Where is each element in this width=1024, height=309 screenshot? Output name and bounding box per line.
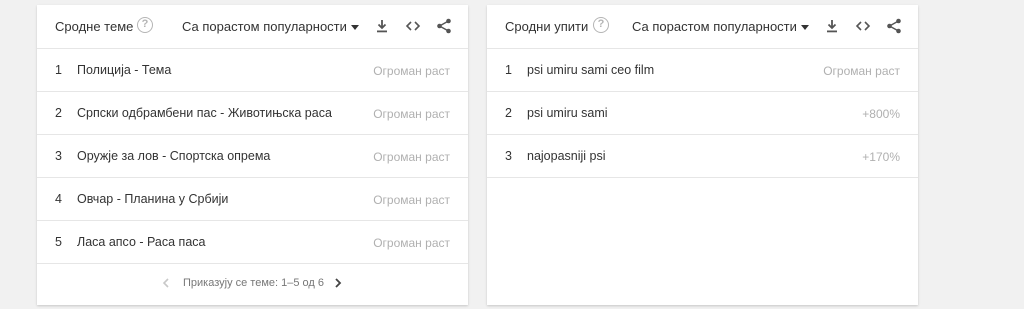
row-value: Огроман раст bbox=[373, 64, 450, 78]
chevron-right-icon[interactable] bbox=[331, 275, 345, 291]
related-topics-title: Сродне теме bbox=[55, 19, 134, 34]
share-icon[interactable] bbox=[885, 17, 903, 35]
list-item[interactable]: 2 psi umiru sami +800% bbox=[487, 92, 918, 135]
list-item[interactable]: 3 najopasniji psi +170% bbox=[487, 135, 918, 178]
chevron-left-icon[interactable] bbox=[159, 275, 173, 291]
code-embed-icon[interactable] bbox=[404, 17, 422, 35]
related-queries-title: Сродни упити bbox=[505, 19, 589, 34]
row-label[interactable]: Ласа апсо - Раса паса bbox=[77, 235, 205, 249]
list-item[interactable]: 5 Ласа апсо - Раса паса Огроман раст bbox=[37, 221, 468, 264]
row-rank: 3 bbox=[505, 149, 512, 163]
row-label[interactable]: Овчар - Планина у Србији bbox=[77, 192, 228, 206]
row-value: Огроман раст bbox=[373, 193, 450, 207]
help-icon[interactable]: ? bbox=[137, 17, 153, 33]
row-rank: 5 bbox=[55, 235, 62, 249]
related-queries-card: Сродни упити ? Са порастом популарности … bbox=[487, 5, 918, 305]
list-item[interactable]: 1 psi umiru sami ceo film Огроман раст bbox=[487, 49, 918, 92]
help-icon[interactable]: ? bbox=[593, 17, 609, 33]
row-label[interactable]: Оружје за лов - Спортска опрема bbox=[77, 149, 270, 163]
row-label[interactable]: psi umiru sami ceo film bbox=[527, 63, 654, 77]
related-topics-card: Сродне теме ? Са порастом популарности 1… bbox=[37, 5, 468, 305]
row-rank: 1 bbox=[55, 63, 62, 77]
download-icon[interactable] bbox=[373, 17, 391, 35]
row-label[interactable]: Полиција - Тема bbox=[77, 63, 171, 77]
dropdown-caret-icon[interactable] bbox=[351, 25, 359, 30]
list-item[interactable]: 4 Овчар - Планина у Србији Огроман раст bbox=[37, 178, 468, 221]
row-rank: 1 bbox=[505, 63, 512, 77]
download-icon[interactable] bbox=[823, 17, 841, 35]
row-value: Огроман раст bbox=[373, 107, 450, 121]
row-label[interactable]: Српски одбрамбени пас - Животињска раса bbox=[77, 106, 332, 120]
related-topics-header: Сродне теме ? Са порастом популарности bbox=[37, 5, 468, 49]
row-value: Огроман раст bbox=[373, 150, 450, 164]
row-value: +170% bbox=[862, 150, 900, 164]
share-icon[interactable] bbox=[435, 17, 453, 35]
code-embed-icon[interactable] bbox=[854, 17, 872, 35]
related-queries-list: 1 psi umiru sami ceo film Огроман раст 2… bbox=[487, 49, 918, 178]
list-item[interactable]: 1 Полиција - Тема Огроман раст bbox=[37, 49, 468, 92]
row-rank: 4 bbox=[55, 192, 62, 206]
row-rank: 2 bbox=[505, 106, 512, 120]
related-queries-header: Сродни упити ? Са порастом популарности bbox=[487, 5, 918, 49]
pagination-text: Приказују се теме: 1–5 од 6 bbox=[183, 277, 325, 289]
row-rank: 3 bbox=[55, 149, 62, 163]
row-value: +800% bbox=[862, 107, 900, 121]
sort-dropdown[interactable]: Са порастом популарности bbox=[632, 19, 797, 34]
related-topics-list: 1 Полиција - Тема Огроман раст 2 Српски … bbox=[37, 49, 468, 264]
row-label[interactable]: psi umiru sami bbox=[527, 106, 608, 120]
list-item[interactable]: 3 Оружје за лов - Спортска опрема Огрома… bbox=[37, 135, 468, 178]
pagination: Приказују се теме: 1–5 од 6 bbox=[37, 275, 468, 293]
sort-dropdown[interactable]: Са порастом популарности bbox=[182, 19, 347, 34]
list-item[interactable]: 2 Српски одбрамбени пас - Животињска рас… bbox=[37, 92, 468, 135]
row-label[interactable]: najopasniji psi bbox=[527, 149, 606, 163]
dropdown-caret-icon[interactable] bbox=[801, 25, 809, 30]
row-value: Огроман раст bbox=[373, 236, 450, 250]
row-value: Огроман раст bbox=[823, 64, 900, 78]
row-rank: 2 bbox=[55, 106, 62, 120]
